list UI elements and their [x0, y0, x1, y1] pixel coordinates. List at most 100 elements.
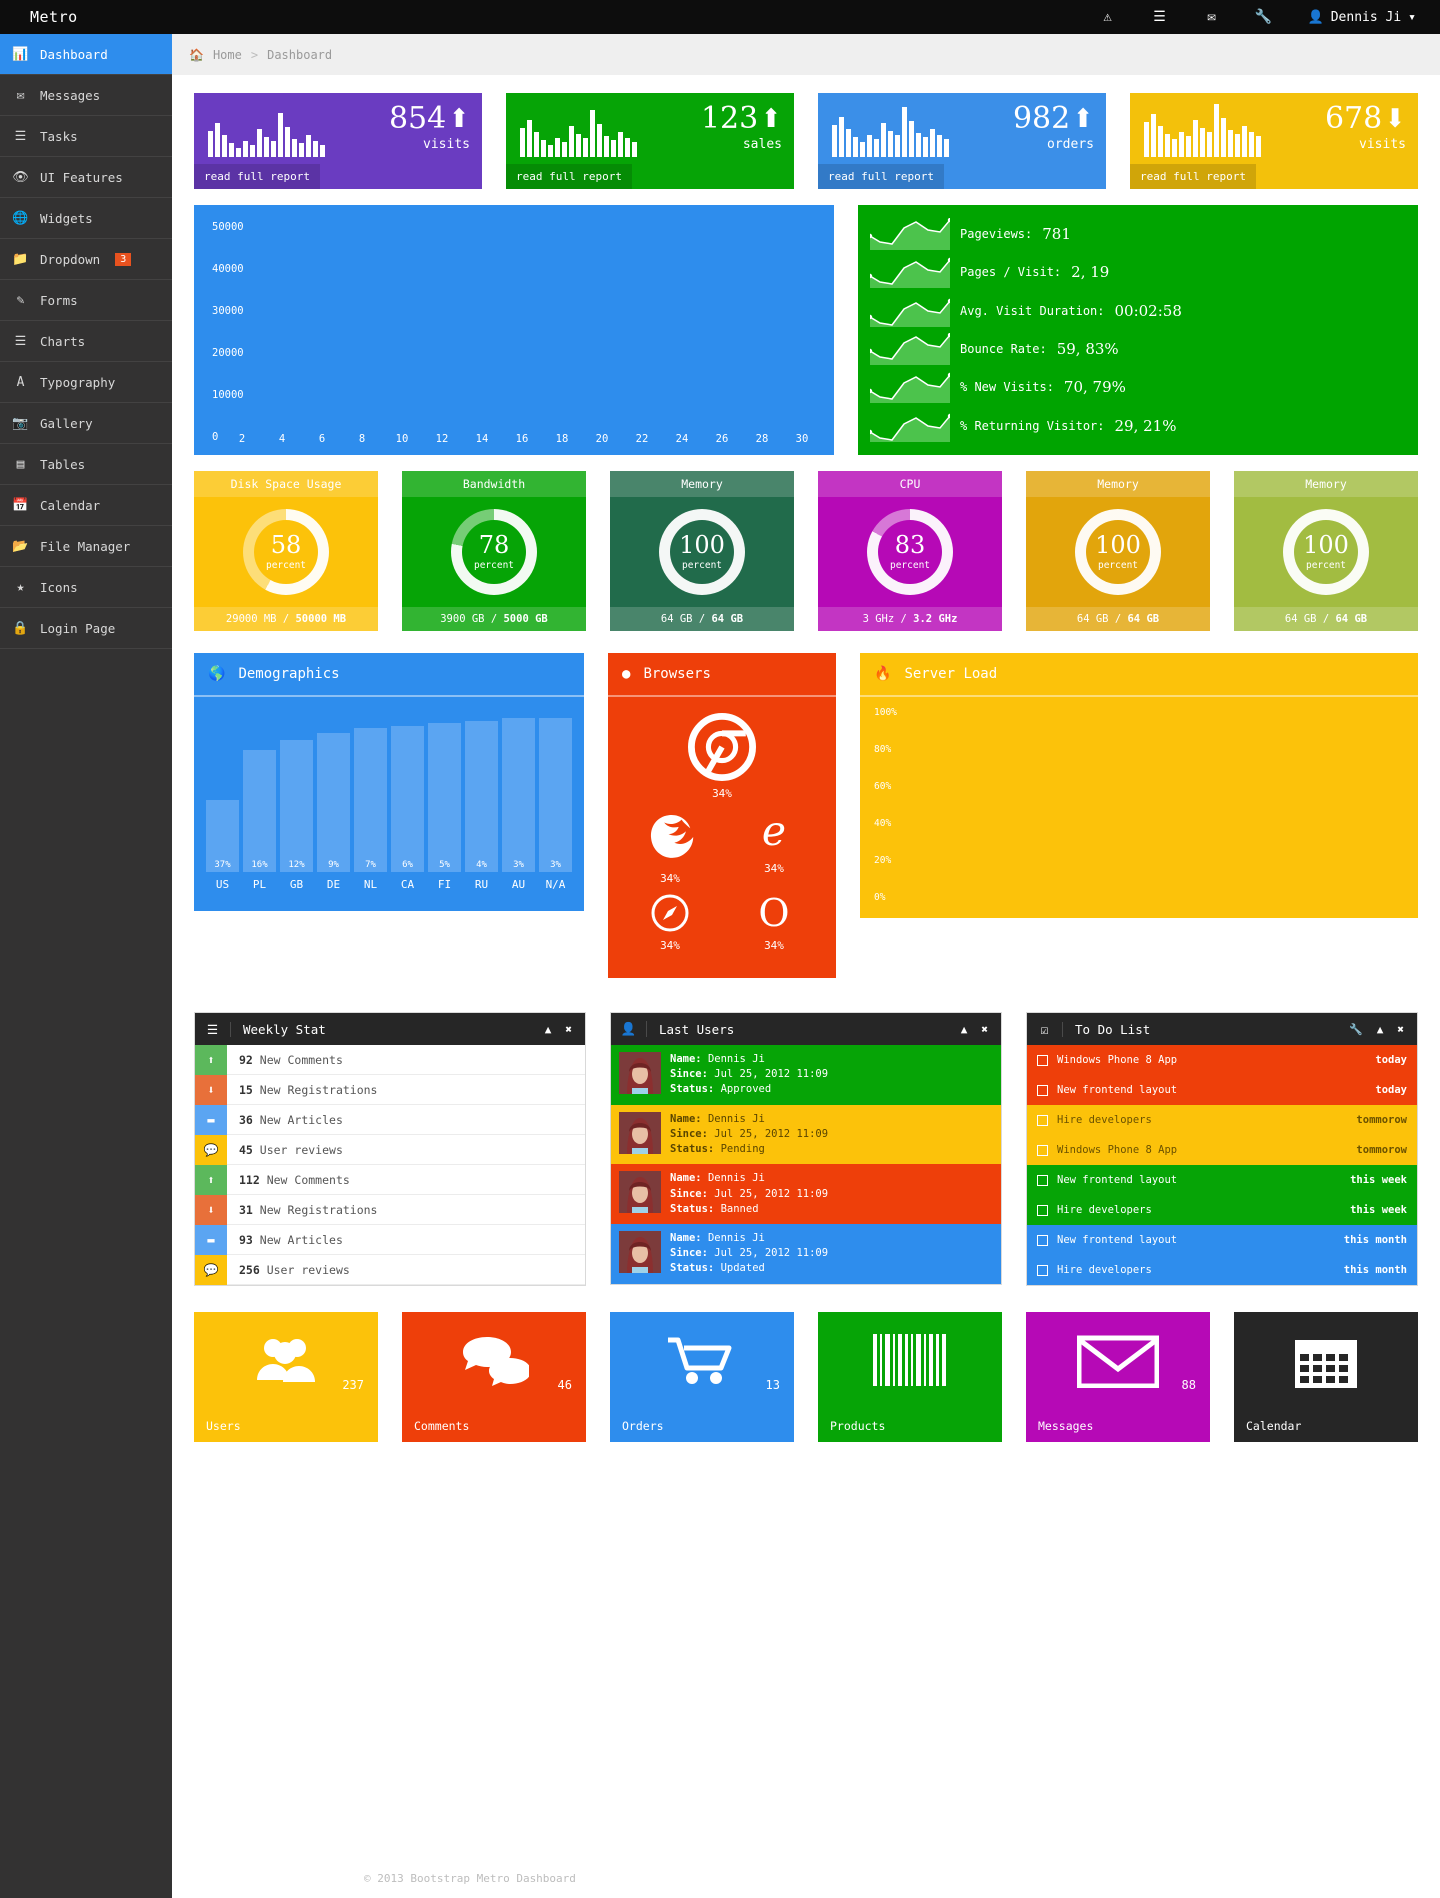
- bottom-tile-row: 237 Users 46 Comments 13 Orders Products 88 Mess…: [194, 1312, 1418, 1442]
- sidebar-item-icons[interactable]: ★ Icons: [0, 567, 172, 608]
- stat-tile-sales-1[interactable]: 123 ⬆ sales read full report: [506, 93, 794, 189]
- todo-row[interactable]: Windows Phone 8 App today: [1027, 1045, 1417, 1075]
- todo-row[interactable]: New frontend layout this month: [1027, 1225, 1417, 1255]
- analytics-row: % New Visits: 70, 79%: [870, 368, 1406, 406]
- sparkline-chart: [870, 218, 950, 251]
- collapse-icon[interactable]: ▲: [961, 1023, 968, 1036]
- sidebar-item-label: Gallery: [40, 415, 93, 431]
- sidebar-item-dashboard[interactable]: 📊 Dashboard: [0, 34, 172, 75]
- server-load-tick: 100%: [874, 707, 897, 718]
- bottom-tile-calendar[interactable]: Calendar: [1234, 1312, 1418, 1442]
- last-user-row[interactable]: Name: Dennis Ji Since: Jul 25, 2012 11:09…: [611, 1104, 1001, 1165]
- sidebar-item-forms[interactable]: ✎ Forms: [0, 280, 172, 321]
- bar-value-label: 9%: [328, 860, 339, 870]
- todo-checkbox[interactable]: [1037, 1264, 1048, 1276]
- weekly-stat-text: 112 New Comments: [239, 1172, 350, 1187]
- close-icon[interactable]: ✖: [1397, 1023, 1404, 1036]
- todo-checkbox[interactable]: [1037, 1084, 1048, 1096]
- breadcrumb-home[interactable]: Home: [213, 48, 242, 62]
- todo-row[interactable]: New frontend layout this week: [1027, 1165, 1417, 1195]
- browser-item: 34%: [618, 713, 826, 800]
- donut-used: 29000 MB: [225, 613, 277, 625]
- last-user-row[interactable]: Name: Dennis Ji Since: Jul 25, 2012 11:09…: [611, 1223, 1001, 1284]
- bottom-tile-users[interactable]: 237 Users: [194, 1312, 378, 1442]
- weekly-stat-header: ☰ Weekly Stat ▲ ✖: [195, 1013, 585, 1045]
- sidebar-item-tables[interactable]: ▤ Tables: [0, 444, 172, 485]
- sidebar-item-calendar[interactable]: 📅 Calendar: [0, 485, 172, 526]
- sidebar-item-gallery[interactable]: 📷 Gallery: [0, 403, 172, 444]
- sidebar-item-ui-features[interactable]: 👁 UI Features: [0, 157, 172, 198]
- x-axis-tick: 10: [395, 433, 409, 445]
- stat-tile-visits-3[interactable]: 678 ⬇ visits read full report: [1130, 93, 1418, 189]
- todo-checkbox[interactable]: [1037, 1204, 1048, 1216]
- read-full-report-button[interactable]: read full report: [506, 164, 632, 189]
- read-full-report-button[interactable]: read full report: [1130, 164, 1256, 189]
- weekly-stat-row: 💬 45 User reviews: [195, 1134, 585, 1165]
- last-users-rows: Name: Dennis Ji Since: Jul 25, 2012 11:09…: [611, 1045, 1001, 1284]
- warning-icon[interactable]: ⚠: [1082, 10, 1134, 24]
- todo-checkbox[interactable]: [1037, 1054, 1048, 1066]
- sidebar-item-tasks[interactable]: ☰ Tasks: [0, 116, 172, 157]
- sidebar-item-messages[interactable]: ✉ Messages: [0, 75, 172, 116]
- sidebar-item-dropdown[interactable]: 📁 Dropdown 3: [0, 239, 172, 280]
- todo-row[interactable]: Windows Phone 8 App tommorow: [1027, 1135, 1417, 1165]
- user-name-label: Name:: [670, 1053, 702, 1065]
- envelope-icon[interactable]: ✉: [1186, 10, 1238, 24]
- breadcrumb-current: Dashboard: [267, 47, 333, 62]
- bar-fill: 16%: [243, 749, 276, 872]
- stat-tile-visits-0[interactable]: 854 ⬆ visits read full report: [194, 93, 482, 189]
- bottom-tile-messages[interactable]: 88 Messages: [1026, 1312, 1210, 1442]
- todo-row[interactable]: New frontend layout today: [1027, 1075, 1417, 1105]
- todo-row[interactable]: Hire developers this week: [1027, 1195, 1417, 1225]
- bottom-tile-orders[interactable]: 13 Orders: [610, 1312, 794, 1442]
- sidebar-item-typography[interactable]: A Typography: [0, 362, 172, 403]
- close-icon[interactable]: ✖: [981, 1023, 988, 1036]
- weekly-stat-row: ⬇ 15 New Registrations: [195, 1074, 585, 1105]
- read-full-report-button[interactable]: read full report: [818, 164, 944, 189]
- user-name: Dennis Ji: [1330, 9, 1402, 25]
- todo-checkbox[interactable]: [1037, 1174, 1048, 1186]
- x-axis-tick: 12: [435, 433, 449, 445]
- brand-logo[interactable]: Metro: [0, 8, 172, 26]
- barcode-icon: [818, 1334, 1002, 1386]
- browser-percent: 34%: [764, 862, 784, 875]
- sidebar-item-widgets[interactable]: 🌐 Widgets: [0, 198, 172, 239]
- donut-inner: 83 percent: [878, 520, 942, 584]
- list-icon[interactable]: ☰: [1134, 10, 1186, 24]
- collapse-icon[interactable]: ▲: [1377, 1023, 1384, 1036]
- donut-unit: percent: [473, 560, 515, 571]
- todo-row[interactable]: Hire developers tommorow: [1027, 1105, 1417, 1135]
- read-full-report-button[interactable]: read full report: [194, 164, 320, 189]
- todo-checkbox[interactable]: [1037, 1114, 1048, 1126]
- weekly-stat-count: 36: [239, 1112, 253, 1127]
- wrench-icon[interactable]: 🔧: [1349, 1023, 1363, 1036]
- bottom-tile-comments[interactable]: 46 Comments: [402, 1312, 586, 1442]
- analytics-value: 70, 79%: [1063, 378, 1126, 397]
- wrench-icon[interactable]: 🔧: [1238, 10, 1290, 24]
- user-menu[interactable]: 👤 Dennis Ji ▾: [1290, 10, 1416, 25]
- circle-icon: ●: [622, 666, 631, 682]
- sidebar-item-login-page[interactable]: 🔒 Login Page: [0, 608, 172, 649]
- breadcrumb-separator: >: [250, 47, 259, 62]
- donut-inner: 100 percent: [1294, 520, 1358, 584]
- todo-checkbox[interactable]: [1037, 1144, 1048, 1156]
- x-axis-tick: 8: [358, 433, 366, 445]
- progress-ring: 58 percent: [243, 509, 329, 595]
- bottom-tile-products[interactable]: Products: [818, 1312, 1002, 1442]
- user-name-label: Name:: [670, 1231, 702, 1244]
- close-icon[interactable]: ✖: [565, 1023, 572, 1036]
- donut-unit: percent: [265, 560, 307, 571]
- last-user-row[interactable]: Name: Dennis Ji Since: Jul 25, 2012 11:09…: [611, 1045, 1001, 1105]
- bar-fill: 9%: [317, 732, 350, 872]
- sidebar-item-charts[interactable]: ☰ Charts: [0, 321, 172, 362]
- todo-checkbox[interactable]: [1037, 1234, 1048, 1246]
- sidebar-item-file-manager[interactable]: 📂 File Manager: [0, 526, 172, 567]
- stat-tile-orders-2[interactable]: 982 ⬆ orders read full report: [818, 93, 1106, 189]
- collapse-icon[interactable]: ▲: [545, 1023, 552, 1036]
- last-user-row[interactable]: Name: Dennis Ji Since: Jul 25, 2012 11:09…: [611, 1164, 1001, 1224]
- bar-fill: 37%: [206, 800, 239, 872]
- sidebar: 📊 Dashboard ✉ Messages ☰ Tasks 👁 UI Features 🌐 Wi…: [0, 34, 172, 1898]
- todo-row[interactable]: Hire developers this month: [1027, 1255, 1417, 1285]
- weekly-stat-row: ⬇ 31 New Registrations: [195, 1194, 585, 1225]
- donut-card-memory: Memory 100 percent 64 GB / 64 GB: [1234, 471, 1418, 631]
